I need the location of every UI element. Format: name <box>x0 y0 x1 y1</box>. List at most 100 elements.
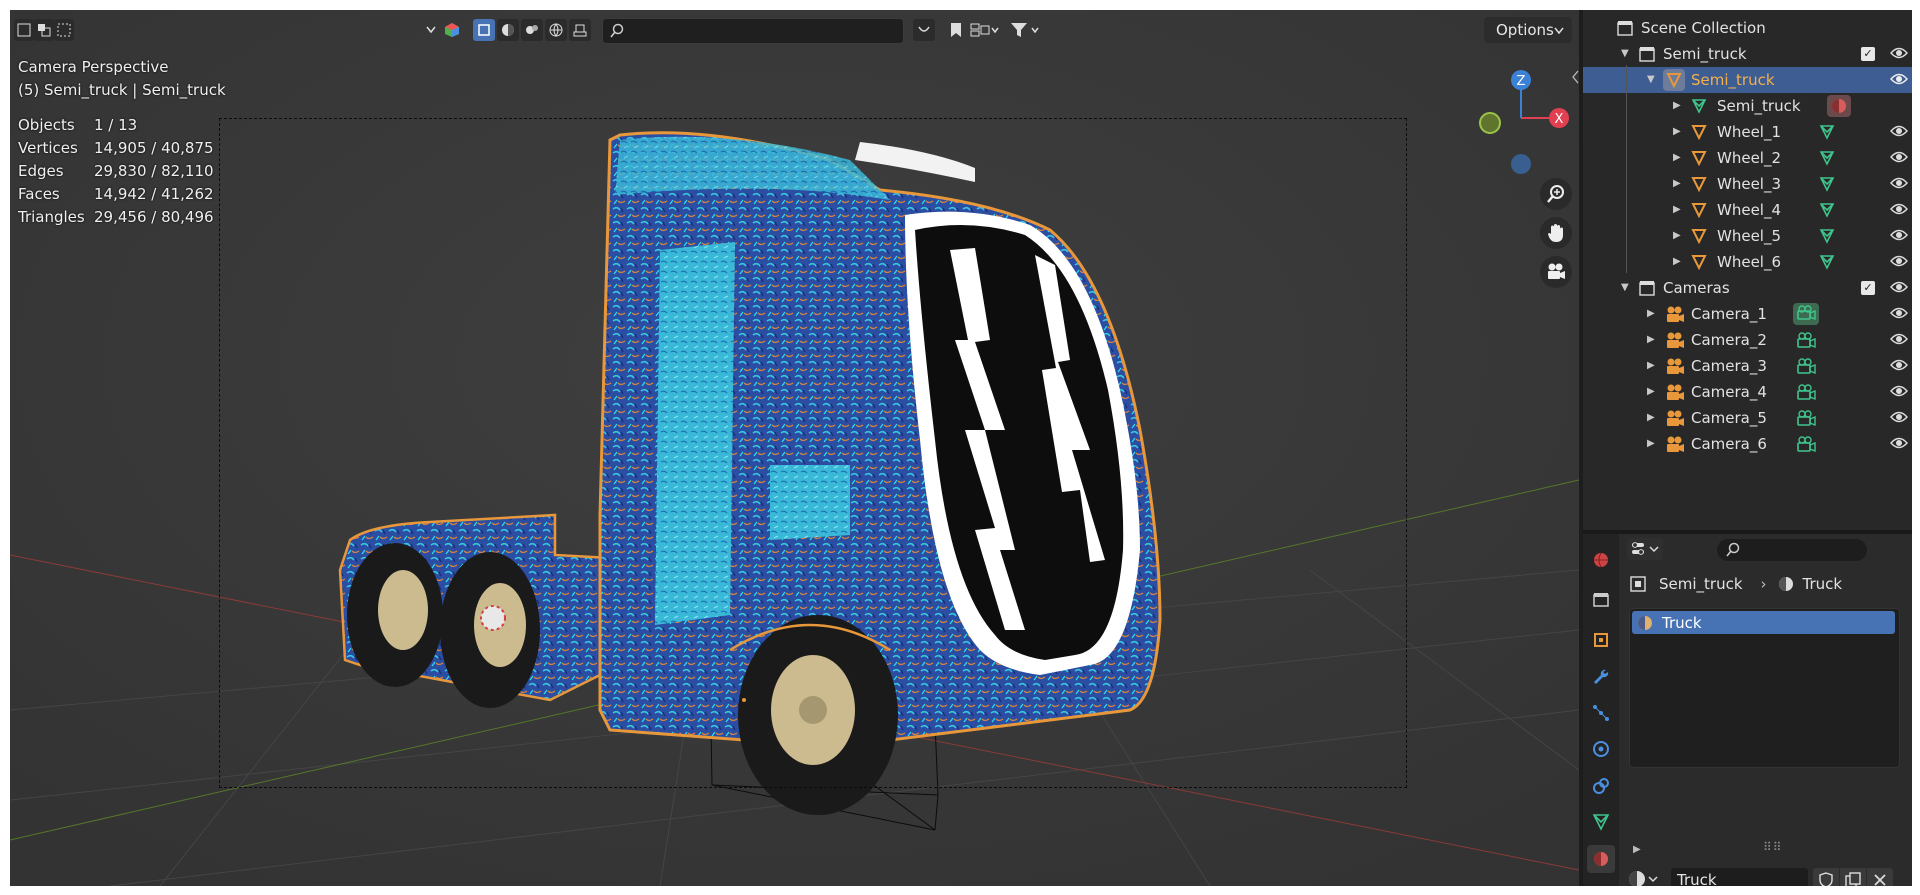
eye-icon[interactable] <box>1890 150 1908 164</box>
expand-arrow-icon[interactable]: ▼ <box>1621 282 1629 293</box>
camera-data-icon[interactable] <box>1796 383 1818 401</box>
outliner-row-camera[interactable]: ▶ Camera_1 <box>1583 301 1912 327</box>
outliner-row-wheel[interactable]: ▶ Wheel_4 <box>1583 197 1912 223</box>
collection-tab-icon[interactable] <box>1587 586 1615 614</box>
filter-dropdown-icon[interactable] <box>1008 19 1046 41</box>
eye-icon[interactable] <box>1890 306 1908 320</box>
expand-arrow-icon[interactable]: ▶ <box>1673 152 1681 163</box>
outliner-row-collection[interactable]: ▼ Cameras ✓ <box>1583 275 1912 301</box>
expand-arrow-icon[interactable]: ▶ <box>1673 178 1681 189</box>
expand-arrow-icon[interactable]: ▶ <box>1647 412 1655 423</box>
camera-data-icon[interactable] <box>1796 409 1818 427</box>
modifier-tab-icon[interactable] <box>1587 662 1615 690</box>
eye-icon[interactable] <box>1890 176 1908 190</box>
material-name-field[interactable]: Truck <box>1671 868 1808 886</box>
expand-down-icon[interactable] <box>913 19 935 41</box>
particles-tab-icon[interactable] <box>1587 699 1615 727</box>
expand-arrow-icon[interactable]: ▼ <box>1647 74 1655 85</box>
outliner-scene-collection[interactable]: Scene Collection <box>1583 15 1912 41</box>
collapse-arrow-icon[interactable] <box>1572 70 1579 84</box>
eye-icon[interactable] <box>1890 124 1908 138</box>
viewport-shading-icon[interactable] <box>442 19 462 41</box>
filter-material-icon[interactable] <box>497 19 519 41</box>
neg-z-axis-handle[interactable] <box>1511 154 1531 174</box>
material-browse-dropdown[interactable] <box>1627 868 1663 886</box>
expand-arrow-icon[interactable]: ▶ <box>1673 230 1681 241</box>
material-slot-list[interactable]: Truck <box>1629 608 1900 768</box>
navigation-gizmo[interactable]: Z X <box>1470 58 1579 178</box>
material-icon[interactable] <box>1827 95 1851 117</box>
eye-icon[interactable] <box>1890 436 1908 450</box>
expand-arrow-icon[interactable]: ▶ <box>1647 386 1655 397</box>
camera-view-icon[interactable] <box>1540 256 1572 288</box>
outliner-row-wheel[interactable]: ▶ Wheel_2 <box>1583 145 1912 171</box>
mesh-data-icon[interactable] <box>1819 202 1835 218</box>
expand-arrow-icon[interactable]: ▶ <box>1673 204 1681 215</box>
zoom-icon[interactable] <box>1540 178 1572 210</box>
world-tab-icon[interactable] <box>1587 546 1615 574</box>
constraints-tab-icon[interactable] <box>1587 772 1615 800</box>
outliner-row-camera[interactable]: ▶ Camera_2 <box>1583 327 1912 353</box>
outliner-row-collection[interactable]: ▼ Semi_truck ✓ <box>1583 41 1912 67</box>
select-subtract-icon[interactable] <box>54 19 74 41</box>
editor-type-dropdown[interactable] <box>1627 538 1663 560</box>
eye-icon[interactable] <box>1890 228 1908 242</box>
filter-object-icon[interactable] <box>473 19 495 41</box>
outliner-row-camera[interactable]: ▶ Camera_5 <box>1583 405 1912 431</box>
outliner-row-wheel[interactable]: ▶ Wheel_1 <box>1583 119 1912 145</box>
eye-icon[interactable] <box>1890 46 1908 60</box>
fake-user-shield-icon[interactable] <box>1813 868 1839 886</box>
eye-icon[interactable] <box>1890 254 1908 268</box>
filter-tool-icon[interactable] <box>569 19 591 41</box>
data-tab-icon[interactable] <box>1587 808 1615 836</box>
camera-data-icon[interactable] <box>1793 303 1819 325</box>
camera-data-icon[interactable] <box>1796 331 1818 349</box>
eye-icon[interactable] <box>1890 332 1908 346</box>
camera-data-icon[interactable] <box>1796 357 1818 375</box>
select-mode-icon[interactable] <box>14 19 34 41</box>
duplicate-material-icon[interactable] <box>1840 868 1866 886</box>
checkbox-icon[interactable]: ✓ <box>1861 281 1875 295</box>
layout-dropdown-icon[interactable] <box>968 19 1002 41</box>
expand-arrow-icon[interactable]: ▶ <box>1647 308 1655 319</box>
outliner-row-wheel[interactable]: ▶ Wheel_3 <box>1583 171 1912 197</box>
expand-arrow-icon[interactable]: ▶ <box>1673 126 1681 137</box>
eye-icon[interactable] <box>1890 72 1908 86</box>
eye-icon[interactable] <box>1890 384 1908 398</box>
material-slot-item[interactable]: Truck <box>1632 611 1895 634</box>
outliner-row-object[interactable]: ▼ Semi_truck <box>1583 67 1912 93</box>
eye-icon[interactable] <box>1890 280 1908 294</box>
options-button[interactable]: Options <box>1484 17 1572 43</box>
expand-arrow-icon[interactable]: ▼ <box>1621 48 1629 59</box>
material-tab-icon[interactable] <box>1587 845 1615 873</box>
outliner-row-camera[interactable]: ▶ Camera_6 <box>1583 431 1912 457</box>
bookmark-icon[interactable] <box>947 19 965 41</box>
expand-arrow-icon[interactable]: ▶ <box>1647 438 1655 449</box>
y-axis-handle[interactable] <box>1479 112 1501 134</box>
filter-world-icon[interactable] <box>545 19 567 41</box>
expand-arrow-icon[interactable]: ▶ <box>1647 334 1655 345</box>
object-tab-icon[interactable] <box>1587 626 1615 654</box>
resize-handle-icon[interactable]: ⠿⠿ <box>1763 840 1783 854</box>
mesh-data-icon[interactable] <box>1819 176 1835 192</box>
3d-viewport[interactable]: Options Camera Perspective (5) Semi_truc… <box>10 10 1579 886</box>
outliner-row-wheel[interactable]: ▶ Wheel_5 <box>1583 223 1912 249</box>
mesh-data-icon[interactable] <box>1819 254 1835 270</box>
properties-search-input[interactable] <box>1717 539 1867 561</box>
eye-icon[interactable] <box>1890 358 1908 372</box>
select-extend-icon[interactable] <box>34 19 54 41</box>
expand-arrow-icon[interactable]: ▶ <box>1673 256 1681 267</box>
unlink-material-icon[interactable] <box>1867 868 1893 886</box>
pan-hand-icon[interactable] <box>1540 217 1572 249</box>
eye-icon[interactable] <box>1890 410 1908 424</box>
mesh-data-icon[interactable] <box>1819 124 1835 140</box>
outliner-row-camera[interactable]: ▶ Camera_4 <box>1583 379 1912 405</box>
mesh-data-icon[interactable] <box>1819 150 1835 166</box>
expand-arrow-icon[interactable]: ▶ <box>1673 100 1681 111</box>
outliner-row-wheel[interactable]: ▶ Wheel_6 <box>1583 249 1912 275</box>
viewport-search-input[interactable] <box>602 18 904 44</box>
eye-icon[interactable] <box>1890 202 1908 216</box>
expand-arrow-icon[interactable]: ▶ <box>1633 844 1641 855</box>
expand-arrow-icon[interactable]: ▶ <box>1647 360 1655 371</box>
camera-data-icon[interactable] <box>1796 435 1818 453</box>
